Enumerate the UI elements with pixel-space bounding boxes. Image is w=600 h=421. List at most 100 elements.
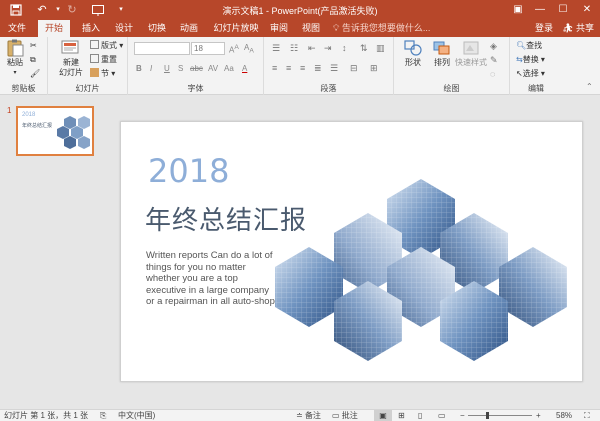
arrange-label: 排列 bbox=[434, 58, 450, 67]
justify-icon[interactable]: ≣ bbox=[314, 63, 322, 74]
zoom-in-button[interactable]: + bbox=[536, 410, 541, 421]
replace-button[interactable]: ⇆替换 ▾ bbox=[516, 54, 545, 66]
save-icon[interactable] bbox=[8, 2, 24, 18]
text-direction-icon[interactable]: ⇅ bbox=[360, 43, 368, 54]
start-slideshow-icon[interactable] bbox=[90, 2, 106, 18]
underline-button[interactable]: U bbox=[164, 63, 170, 75]
increase-indent-icon[interactable]: ⇥ bbox=[324, 43, 332, 54]
hexagon-photo-collage[interactable] bbox=[271, 177, 583, 382]
zoom-out-button[interactable]: − bbox=[460, 410, 465, 421]
slide-canvas[interactable]: 2018 年终总结汇报 Written reports Can do a lot… bbox=[120, 121, 583, 382]
find-button[interactable]: 🔍︎查找 bbox=[516, 40, 542, 52]
collapse-ribbon-icon[interactable]: ⌃ bbox=[586, 81, 593, 93]
zoom-percent[interactable]: 58% bbox=[556, 410, 572, 421]
section-button[interactable]: 节 ▾ bbox=[90, 68, 115, 80]
slide-thumbnail-1[interactable]: 2018 年终总结汇报 bbox=[16, 106, 94, 156]
font-color-button[interactable]: A bbox=[242, 63, 247, 75]
new-slide-button[interactable]: 新建 幻灯片 bbox=[54, 39, 88, 78]
customize-quick-access-icon[interactable]: ▾ bbox=[113, 2, 129, 18]
slide-year[interactable]: 2018 bbox=[148, 152, 229, 190]
italic-button[interactable]: I bbox=[150, 63, 152, 75]
shape-outline-icon[interactable]: ✎ bbox=[490, 55, 498, 66]
quick-styles-button[interactable]: 快速样式 bbox=[454, 39, 488, 68]
thumb-year: 2018 bbox=[22, 112, 36, 118]
reading-view-icon[interactable]: ▯ bbox=[418, 410, 422, 421]
share-button[interactable]: ⛹︎ 共享 bbox=[562, 20, 594, 37]
copy-icon[interactable]: ⧉ bbox=[30, 54, 36, 66]
tell-me-box[interactable]: 💡︎ 告诉我您想要做什么... bbox=[333, 20, 430, 37]
grow-font-icon[interactable]: AA bbox=[229, 42, 239, 55]
title-bar: ↶ ▾ ↻ ▾ 演示文稿1 - PowerPoint(产品激活失败) ▣ — ☐… bbox=[0, 0, 600, 20]
change-case-button[interactable]: Aa bbox=[224, 63, 234, 75]
decrease-indent-icon[interactable]: ⇤ bbox=[308, 43, 316, 54]
format-painter-icon[interactable]: 🖌︎ bbox=[30, 68, 40, 80]
select-button[interactable]: ↖选择 ▾ bbox=[516, 68, 545, 80]
tab-home[interactable]: 开始 bbox=[38, 20, 70, 37]
group-label-drawing: 绘图 bbox=[443, 84, 460, 93]
zoom-slider-thumb[interactable] bbox=[485, 412, 489, 419]
undo-icon[interactable]: ↶ bbox=[34, 2, 50, 18]
ribbon-display-options-icon[interactable]: ▣ bbox=[508, 2, 528, 18]
align-text-icon[interactable]: ⊟ bbox=[350, 63, 358, 74]
align-center-icon[interactable]: ≡ bbox=[286, 63, 291, 73]
slide-body-text[interactable]: Written reports Can do a lot of things f… bbox=[146, 250, 276, 308]
bullets-icon[interactable]: ☰ bbox=[272, 43, 280, 54]
bold-button[interactable]: B bbox=[136, 63, 142, 75]
shadow-button[interactable]: S bbox=[178, 63, 183, 75]
tab-view[interactable]: 视图 bbox=[298, 20, 324, 37]
tab-animations[interactable]: 动画 bbox=[176, 20, 202, 37]
align-right-icon[interactable]: ≡ bbox=[300, 63, 305, 73]
slideshow-view-icon[interactable]: ▭ bbox=[438, 410, 446, 421]
tell-me-text: 告诉我您想要做什么... bbox=[341, 23, 431, 33]
font-name-field[interactable] bbox=[134, 42, 190, 55]
language-indicator[interactable]: 中文(中国) bbox=[118, 410, 155, 421]
tab-slideshow[interactable]: 幻灯片放映 bbox=[211, 20, 261, 37]
line-spacing-icon[interactable]: ↕ bbox=[342, 43, 347, 53]
shape-fill-icon[interactable]: ◈ bbox=[490, 41, 497, 52]
maximize-button[interactable]: ☐ bbox=[553, 2, 573, 18]
fit-to-window-icon[interactable]: ⛶ bbox=[584, 410, 590, 421]
tab-transitions[interactable]: 切换 bbox=[144, 20, 170, 37]
close-button[interactable]: ✕ bbox=[577, 2, 597, 18]
normal-view-icon[interactable]: ▣ bbox=[374, 410, 392, 421]
comments-button[interactable]: ▭ 批注 bbox=[332, 410, 358, 421]
minimize-button[interactable]: — bbox=[530, 2, 550, 18]
shapes-label: 形状 bbox=[405, 58, 421, 67]
shape-effects-icon[interactable]: ◌ bbox=[490, 69, 495, 79]
align-left-icon[interactable]: ≡ bbox=[272, 63, 277, 73]
notes-button[interactable]: ≐ 备注 bbox=[296, 410, 321, 421]
columns-icon[interactable]: ▥ bbox=[376, 43, 385, 54]
group-clipboard: 粘贴 ▾ ✂ ⧉ 🖌︎ 剪贴板 bbox=[0, 37, 48, 95]
tab-review[interactable]: 审阅 bbox=[266, 20, 292, 37]
zoom-slider-track[interactable] bbox=[468, 415, 532, 416]
smartart-icon[interactable]: ⊞ bbox=[370, 63, 378, 74]
character-spacing-button[interactable]: AV bbox=[208, 63, 218, 75]
group-editing: 🔍︎查找 ⇆替换 ▾ ↖选择 ▾ 编辑 bbox=[510, 37, 562, 95]
strikethrough-button[interactable]: abc bbox=[190, 63, 203, 75]
sign-in-link[interactable]: 登录 bbox=[535, 20, 553, 37]
ribbon-home: 粘贴 ▾ ✂ ⧉ 🖌︎ 剪贴板 新建 幻灯片 版式 ▾ 重置 节 ▾ 幻灯片 18… bbox=[0, 37, 600, 95]
tab-file[interactable]: 文件 bbox=[4, 20, 30, 37]
font-size-field[interactable]: 18 bbox=[191, 42, 225, 55]
distribute-icon[interactable]: ☰ bbox=[330, 63, 338, 74]
spellcheck-icon[interactable]: ⎘ bbox=[100, 410, 106, 421]
paste-button[interactable]: 粘贴 ▾ bbox=[3, 39, 27, 78]
cut-icon[interactable]: ✂ bbox=[30, 40, 37, 52]
redo-icon[interactable]: ↻ bbox=[64, 2, 80, 18]
reset-button[interactable]: 重置 bbox=[90, 54, 117, 66]
shrink-font-icon[interactable]: AA bbox=[244, 42, 254, 55]
arrange-button[interactable]: 排列 bbox=[428, 39, 456, 68]
notes-label: 备注 bbox=[304, 411, 321, 420]
slide-sorter-icon[interactable]: ⊞ bbox=[398, 410, 405, 421]
quick-styles-icon bbox=[460, 39, 482, 57]
reset-icon bbox=[90, 54, 99, 63]
layout-button[interactable]: 版式 ▾ bbox=[90, 40, 123, 52]
group-label-editing: 编辑 bbox=[528, 84, 544, 93]
notes-icon: ≐ bbox=[296, 411, 305, 420]
tab-design[interactable]: 设计 bbox=[111, 20, 137, 37]
numbering-icon[interactable]: ☷ bbox=[290, 43, 298, 54]
find-icon: 🔍︎ bbox=[516, 41, 527, 50]
shapes-button[interactable]: 形状 bbox=[398, 39, 428, 68]
slide-thumb-number: 1 bbox=[7, 106, 12, 115]
tab-insert[interactable]: 插入 bbox=[78, 20, 104, 37]
